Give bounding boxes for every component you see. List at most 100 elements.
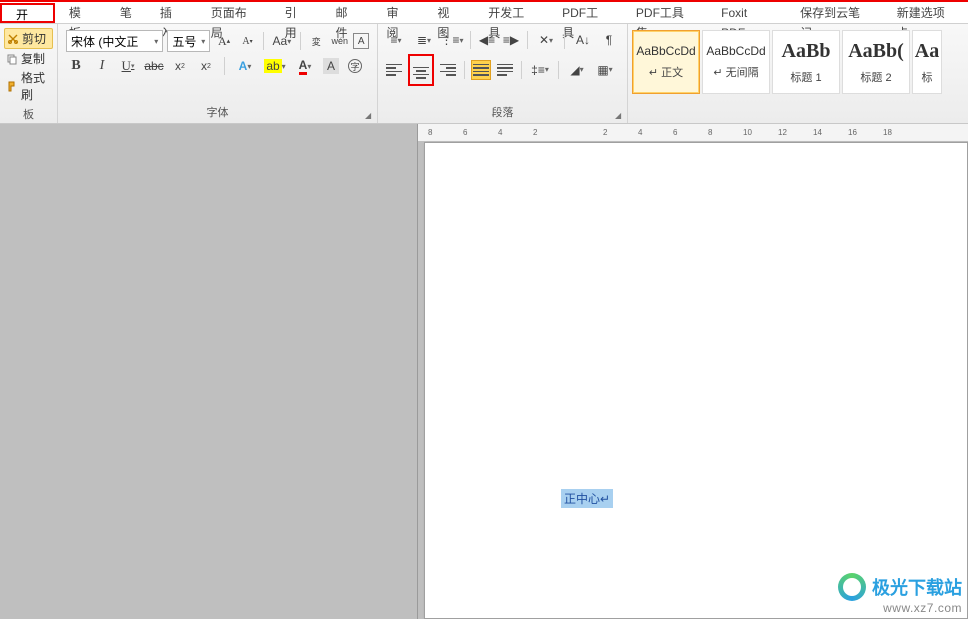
align-right-button[interactable]: [438, 60, 458, 80]
char-shading-button[interactable]: A: [323, 58, 339, 74]
brush-icon: [6, 80, 18, 92]
bullets-button[interactable]: ≡▾: [384, 30, 408, 50]
clipboard-group: 剪切 复制 格式刷 板: [0, 24, 58, 123]
tab-foxit-pdf[interactable]: Foxit PDF: [707, 3, 786, 23]
cut-label: 剪切: [22, 30, 46, 47]
align-distribute-button[interactable]: [495, 60, 515, 80]
ruler-mark: 6: [463, 128, 467, 137]
tab-references[interactable]: 引用: [271, 3, 322, 23]
tab-review[interactable]: 审阅: [372, 3, 423, 23]
ruler-mark: 4: [638, 128, 642, 137]
superscript-button[interactable]: x2: [196, 56, 216, 76]
font-size-combo[interactable]: 五号 ▾: [167, 30, 210, 52]
sort-button[interactable]: A↓: [571, 30, 595, 50]
separator: [527, 31, 528, 49]
style-no-spacing[interactable]: AaBbCcDd ↵ 无间隔: [702, 30, 770, 94]
tab-page-layout[interactable]: 页面布局: [197, 3, 271, 23]
watermark-title: 极光下载站: [872, 574, 962, 600]
selected-text[interactable]: 正中心↵: [561, 489, 613, 508]
style-preview: AaBbCcDd: [706, 44, 765, 58]
style-heading1[interactable]: AaBb 标题 1: [772, 30, 840, 94]
tab-developer[interactable]: 开发工具: [474, 3, 548, 23]
enclose-char-button[interactable]: wén: [330, 31, 349, 51]
show-marks-button[interactable]: ¶: [599, 30, 619, 50]
phonetic-guide-button[interactable]: 変: [307, 31, 326, 51]
separator: [558, 61, 559, 79]
highlight-button[interactable]: ab▾: [263, 56, 287, 76]
enclose-icon: wén: [331, 36, 348, 46]
multilevel-list-button[interactable]: ⋮≡▾: [440, 30, 464, 50]
align-left-button[interactable]: [384, 60, 404, 80]
asian-layout-icon: ✕: [539, 33, 549, 47]
tab-new-tab[interactable]: 新建选项卡: [883, 3, 968, 23]
subscript-button[interactable]: x2: [170, 56, 190, 76]
italic-button[interactable]: I: [92, 56, 112, 76]
ruler-mark: 8: [708, 128, 712, 137]
borders-button[interactable]: ▦▾: [593, 60, 617, 80]
char-border-button[interactable]: A: [353, 33, 369, 49]
font-dialog-launcher[interactable]: ◢: [365, 111, 375, 121]
style-preview: AaBbCcDd: [636, 44, 695, 58]
align-justify-button[interactable]: [471, 60, 491, 80]
shrink-font-button[interactable]: A▾: [238, 31, 257, 51]
bullets-icon: ≡: [390, 33, 397, 47]
text-effects-button[interactable]: A▾: [233, 56, 257, 76]
tab-insert[interactable]: 插入: [146, 3, 197, 23]
sort-icon: A↓: [576, 33, 590, 47]
tab-view[interactable]: 视图: [423, 3, 474, 23]
ruler-mark: 10: [743, 128, 752, 137]
font-group-label: 字体: [62, 102, 373, 123]
style-normal[interactable]: AaBbCcDd ↵ 正文: [632, 30, 700, 94]
logo-swirl-icon: [838, 573, 866, 601]
style-heading2[interactable]: AaBb( 标题 2: [842, 30, 910, 94]
numbering-button[interactable]: ≣▾: [412, 30, 436, 50]
tab-pdf-tools[interactable]: PDF工具: [548, 3, 622, 23]
decrease-indent-button[interactable]: ◀≡: [477, 30, 497, 50]
tab-pdf-toolset[interactable]: PDF工具集: [622, 3, 707, 23]
workspace: 8 6 4 2 2 4 6 8 10 12 14 16 18 正中心↵: [0, 124, 968, 619]
font-name-combo[interactable]: 宋体 (中文正 ▾: [66, 30, 163, 52]
font-color-button[interactable]: A▾: [293, 56, 317, 76]
tab-template[interactable]: 模板: [55, 3, 106, 23]
ruler-mark: 4: [498, 128, 502, 137]
ribbon: 剪切 复制 格式刷 板 宋体 (中文正 ▾: [0, 24, 968, 124]
align-center-button[interactable]: [411, 63, 431, 83]
cut-button[interactable]: 剪切: [4, 28, 53, 49]
separator: [263, 32, 264, 50]
numbering-icon: ≣: [417, 33, 427, 47]
style-preview: AaBb: [782, 40, 831, 63]
line-spacing-button[interactable]: ‡≡▾: [528, 60, 552, 80]
paragraph-group: ≡▾ ≣▾ ⋮≡▾ ◀≡ ≡▶ ✕▾ A↓ ¶: [378, 24, 628, 123]
font-group: 宋体 (中文正 ▾ 五号 ▾ A▴ A▾ Aa▾ 変 wén A B I U▾: [58, 24, 378, 123]
enclose-characters-button[interactable]: 字: [345, 56, 365, 76]
align-distribute-icon: [497, 63, 513, 77]
tab-pen[interactable]: 笔: [106, 3, 146, 23]
bold-button[interactable]: B: [66, 56, 86, 76]
style-preview: Aa: [915, 40, 939, 63]
underline-button[interactable]: U▾: [118, 56, 138, 76]
document-page[interactable]: 正中心↵: [424, 142, 968, 619]
change-case-button[interactable]: Aa▾: [270, 31, 293, 51]
gray-panel: [0, 124, 418, 619]
align-justify-icon: [473, 63, 489, 77]
shading-button[interactable]: ◢▾: [565, 60, 589, 80]
align-center-icon: [413, 66, 429, 80]
asian-layout-button[interactable]: ✕▾: [534, 30, 558, 50]
separator: [564, 31, 565, 49]
tab-home[interactable]: 开始: [0, 3, 55, 23]
format-painter-button[interactable]: 格式刷: [4, 68, 53, 104]
paragraph-dialog-launcher[interactable]: ◢: [615, 111, 625, 121]
copy-button[interactable]: 复制: [4, 49, 53, 68]
increase-indent-button[interactable]: ≡▶: [501, 30, 521, 50]
horizontal-ruler[interactable]: 8 6 4 2 2 4 6 8 10 12 14 16 18: [418, 124, 968, 142]
style-heading3[interactable]: Aa 标: [912, 30, 942, 94]
copy-icon: [6, 53, 18, 65]
grow-font-button[interactable]: A▴: [214, 31, 233, 51]
borders-icon: ▦: [597, 63, 608, 77]
paint-bucket-icon: ◢: [570, 63, 579, 77]
chevron-down-icon: ▾: [154, 37, 158, 46]
strikethrough-button[interactable]: abc: [144, 56, 164, 76]
style-preview: AaBb(: [848, 40, 904, 63]
tab-save-cloud[interactable]: 保存到云笔记: [786, 3, 883, 23]
tab-mail[interactable]: 邮件: [322, 3, 373, 23]
